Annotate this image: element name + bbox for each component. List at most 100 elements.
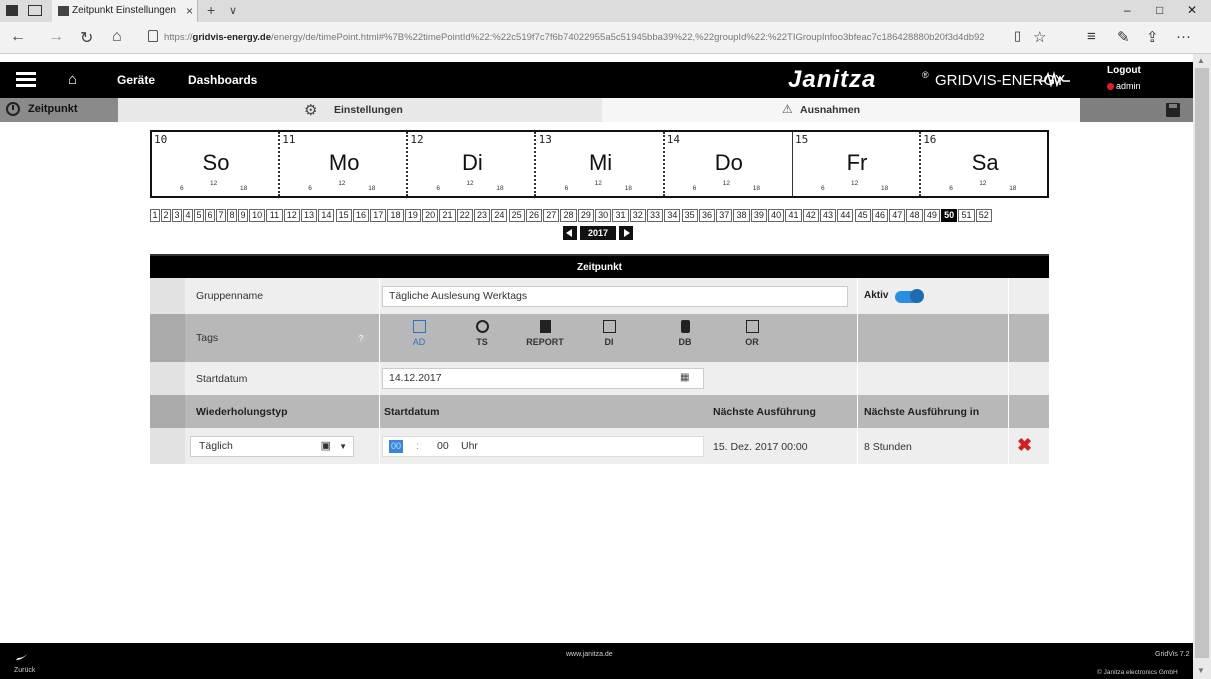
close-window-button[interactable]: ✕: [1187, 3, 1197, 17]
tag-ts[interactable]: TS: [457, 320, 507, 356]
week-number[interactable]: 24: [491, 209, 508, 222]
repeat-type-select[interactable]: Täglich ▣ ▼: [190, 436, 354, 457]
calendar-icon[interactable]: ▦: [680, 372, 689, 383]
more-menu-button[interactable]: ···: [1176, 28, 1191, 45]
week-number[interactable]: 7: [216, 209, 226, 222]
start-date-input[interactable]: 14.12.2017: [382, 368, 704, 389]
home-icon[interactable]: ⌂: [68, 71, 77, 88]
minimize-button[interactable]: –: [1124, 3, 1131, 17]
week-number[interactable]: 25: [508, 209, 525, 222]
tag-db[interactable]: DB: [660, 320, 710, 356]
week-number[interactable]: 46: [871, 209, 889, 222]
week-number[interactable]: 9: [238, 209, 248, 222]
nav-devices[interactable]: Geräte: [117, 73, 155, 87]
group-name-input[interactable]: Tägliche Auslesung Werktags: [382, 286, 848, 307]
week-number[interactable]: 41: [785, 209, 802, 222]
calendar-day[interactable]: 13 Mi 6 12 18: [537, 132, 665, 196]
week-number[interactable]: 5: [194, 209, 204, 222]
browser-tab[interactable]: Zeitpunkt Einstellungen ×: [52, 0, 198, 22]
week-number[interactable]: 26: [525, 209, 543, 222]
scroll-thumb[interactable]: [1195, 68, 1209, 658]
tab-ausnahmen[interactable]: ⚠ Ausnahmen: [602, 98, 1080, 122]
week-number[interactable]: 20: [422, 209, 439, 222]
tab-menu-button[interactable]: ∨: [229, 4, 237, 17]
week-number[interactable]: 2: [161, 209, 171, 222]
week-number[interactable]: 3: [172, 209, 182, 222]
week-number[interactable]: 48: [906, 209, 923, 222]
week-number[interactable]: 32: [629, 209, 646, 222]
week-number[interactable]: 17: [370, 209, 387, 222]
week-number[interactable]: 13: [300, 209, 318, 222]
refresh-button[interactable]: ↻: [80, 28, 93, 48]
week-number[interactable]: 40: [768, 209, 785, 222]
web-note-icon[interactable]: ✎: [1117, 28, 1130, 46]
save-icon[interactable]: [1166, 103, 1180, 117]
logout-link[interactable]: Logout: [1107, 65, 1141, 76]
active-toggle[interactable]: [895, 289, 924, 303]
favorite-star-icon[interactable]: ☆: [1033, 28, 1046, 46]
tab-close-icon[interactable]: ×: [186, 4, 193, 18]
week-number[interactable]: 11: [266, 209, 283, 222]
reading-view-icon[interactable]: ▯: [1014, 28, 1021, 44]
week-number[interactable]: 39: [750, 209, 767, 222]
week-number[interactable]: 4: [183, 209, 193, 222]
week-number[interactable]: 19: [404, 209, 421, 222]
favorites-hub-icon[interactable]: ≡: [1087, 28, 1096, 45]
hour-input[interactable]: 00: [389, 440, 403, 453]
next-year-button[interactable]: [619, 226, 633, 240]
week-number[interactable]: 38: [733, 209, 750, 222]
tag-di[interactable]: DI: [584, 320, 634, 356]
url-input[interactable]: https://gridvis-energy.de/energy/de/time…: [144, 28, 1054, 48]
previous-year-button[interactable]: [563, 226, 577, 240]
week-number[interactable]: 15: [335, 209, 352, 222]
delete-icon[interactable]: ✖: [1017, 435, 1032, 456]
calendar-day[interactable]: 12 Di 6 12 18: [408, 132, 537, 196]
tab-preview-icon[interactable]: [28, 5, 42, 16]
week-number[interactable]: 30: [595, 209, 612, 222]
week-number[interactable]: 8: [227, 209, 237, 222]
page-scrollbar[interactable]: ▲ ▼: [1193, 54, 1211, 679]
calendar-day[interactable]: 15 Fr 6 12 18: [793, 132, 921, 196]
calendar-day[interactable]: 10 So 6 12 18: [152, 132, 280, 196]
week-number[interactable]: 16: [352, 209, 370, 222]
share-icon[interactable]: ⇪: [1146, 28, 1159, 46]
week-number[interactable]: 35: [681, 209, 698, 222]
tab-zeitpunkt[interactable]: Zeitpunkt: [0, 98, 118, 122]
tag-report[interactable]: REPORT: [520, 320, 570, 356]
week-number[interactable]: 52: [975, 209, 992, 222]
forward-button[interactable]: →: [48, 28, 64, 46]
week-number[interactable]: 47: [889, 209, 906, 222]
week-number[interactable]: 29: [577, 209, 594, 222]
minute-input[interactable]: 00: [437, 437, 449, 456]
scroll-down-icon[interactable]: ▼: [1197, 666, 1205, 675]
week-number[interactable]: 12: [283, 209, 300, 222]
back-swoosh-icon[interactable]: [16, 651, 30, 661]
calendar-day[interactable]: 14 Do 6 12 18: [665, 132, 793, 196]
week-number[interactable]: 6: [205, 209, 215, 222]
new-tab-button[interactable]: +: [207, 2, 215, 18]
menu-icon[interactable]: [16, 72, 36, 88]
home-button[interactable]: ⌂: [112, 28, 122, 46]
week-number[interactable]: 45: [854, 209, 871, 222]
tag-or[interactable]: OR: [727, 320, 777, 356]
week-number[interactable]: 33: [646, 209, 664, 222]
week-number[interactable]: 23: [473, 209, 491, 222]
week-number[interactable]: 10: [249, 209, 266, 222]
window-menu-icon[interactable]: [6, 5, 18, 16]
week-number[interactable]: 37: [716, 209, 733, 222]
week-number[interactable]: 49: [923, 209, 940, 222]
week-number[interactable]: 28: [560, 209, 577, 222]
week-number[interactable]: 51: [958, 209, 975, 222]
week-number[interactable]: 22: [456, 209, 473, 222]
week-number[interactable]: 14: [318, 209, 335, 222]
week-number[interactable]: 21: [439, 209, 456, 222]
week-number[interactable]: 34: [664, 209, 681, 222]
scroll-up-icon[interactable]: ▲: [1197, 56, 1205, 65]
week-number[interactable]: 42: [802, 209, 819, 222]
week-number[interactable]: 36: [698, 209, 716, 222]
week-number[interactable]: 1: [150, 209, 160, 222]
help-icon[interactable]: ?: [356, 334, 366, 344]
calendar-day[interactable]: 11 Mo 6 12 18: [280, 132, 409, 196]
week-number[interactable]: 44: [837, 209, 854, 222]
week-number[interactable]: 43: [819, 209, 837, 222]
